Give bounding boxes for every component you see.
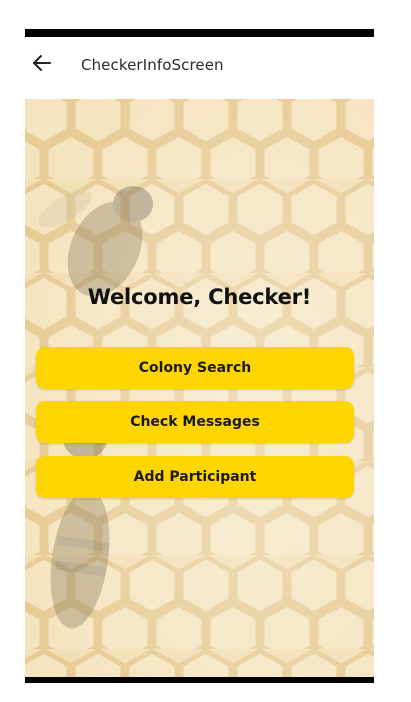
back-arrow-icon[interactable]: [31, 52, 53, 74]
main-content: Welcome, Checker! Colony Search Check Me…: [25, 99, 374, 677]
check-messages-button[interactable]: Check Messages: [36, 401, 354, 443]
screen-title: CheckerInfoScreen: [81, 56, 224, 74]
colony-search-button[interactable]: Colony Search: [36, 347, 354, 389]
status-bar: [25, 29, 374, 37]
welcome-heading: Welcome, Checker!: [87, 285, 312, 309]
add-participant-button[interactable]: Add Participant: [36, 456, 354, 498]
bottom-bar: [25, 677, 374, 683]
app-bar: CheckerInfoScreen: [25, 37, 374, 100]
